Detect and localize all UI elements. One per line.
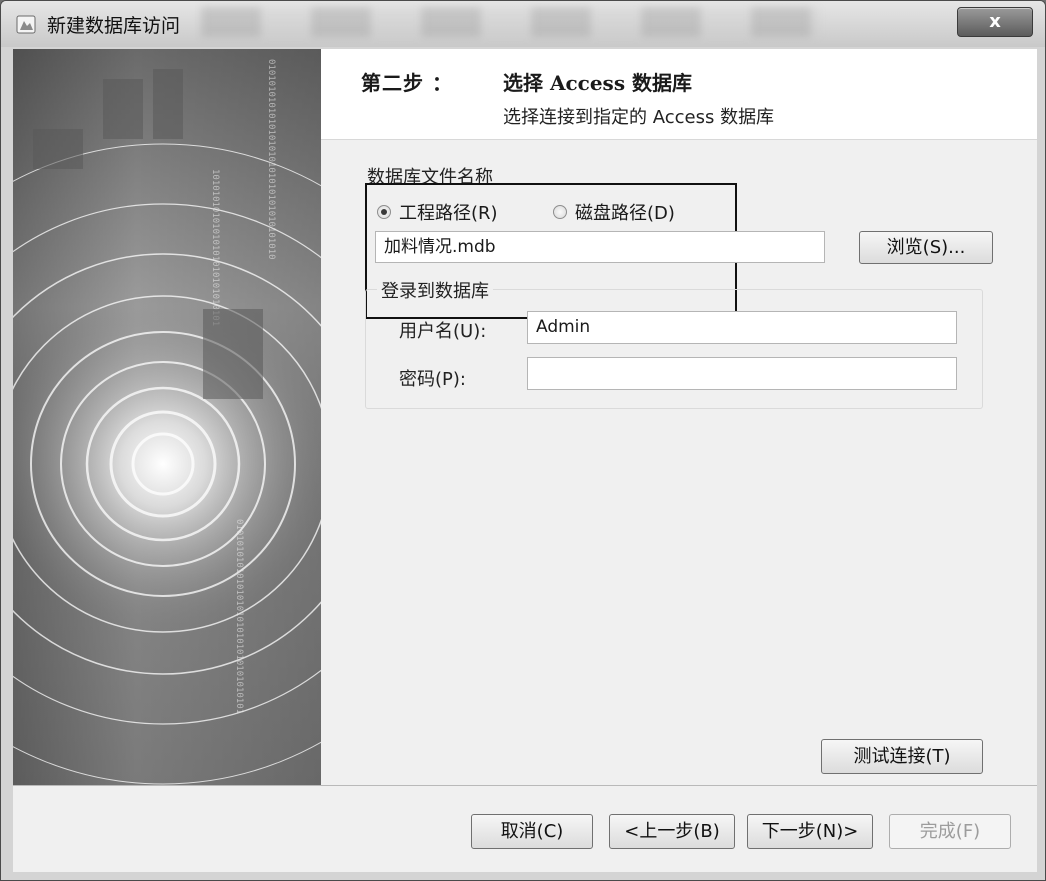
svg-text:010101010101010101010101010101: 010101010101010101010101010101010101	[234, 519, 244, 714]
username-label: 用户名(U):	[399, 321, 487, 342]
password-input[interactable]	[527, 357, 957, 390]
radio-disk-path-indicator[interactable]	[553, 205, 567, 219]
svg-text:10101010101010101010101010101: 10101010101010101010101010101	[210, 169, 220, 326]
test-connection-button[interactable]: 测试连接(T)	[821, 739, 983, 774]
radio-project-path[interactable]: 工程路径(R)	[377, 199, 498, 225]
radio-project-path-label: 工程路径(R)	[399, 203, 498, 224]
database-icon	[15, 13, 37, 35]
filename-input[interactable]: 加料情况.mdb	[375, 231, 825, 263]
step-description: 选择连接到指定的 Access 数据库	[503, 107, 775, 128]
finish-button[interactable]: 完成(F)	[889, 814, 1011, 849]
step-header: 第二步 ： 选择 Access 数据库 选择连接到指定的 Access 数据库	[321, 49, 1037, 140]
close-button[interactable]: x	[957, 7, 1033, 37]
close-icon: x	[989, 11, 1001, 32]
username-input[interactable]: Admin	[527, 311, 957, 344]
next-button[interactable]: 下一步(N)>	[747, 814, 873, 849]
wizard-footer: 取消(C) <上一步(B) 下一步(N)> 完成(F)	[13, 785, 1037, 872]
step-title: 选择 Access 数据库	[503, 71, 693, 95]
step-label: 第二步 ：	[361, 71, 453, 95]
dialog-client-area: 0101010101010101010101010101010101010 01…	[13, 49, 1037, 872]
background-window-blur	[201, 7, 821, 37]
back-button[interactable]: <上一步(B)	[609, 814, 735, 849]
radio-project-path-indicator[interactable]	[377, 205, 391, 219]
wizard-content: 第二步 ： 选择 Access 数据库 选择连接到指定的 Access 数据库 …	[321, 49, 1037, 785]
svg-text:010101010101010101010101010101: 0101010101010101010101010101010101010	[266, 59, 276, 259]
login-group	[365, 289, 983, 409]
browse-button[interactable]: 浏览(S)...	[859, 231, 993, 264]
dialog-window: 新建数据库访问 x 010101010101010101010101010101…	[0, 0, 1046, 881]
password-label: 密码(P):	[399, 369, 466, 390]
radio-disk-path[interactable]: 磁盘路径(D)	[553, 199, 675, 225]
window-title: 新建数据库访问	[47, 15, 181, 37]
wizard-side-image: 0101010101010101010101010101010101010 01…	[13, 49, 321, 785]
login-group-label: 登录到数据库	[377, 277, 493, 303]
title-bar[interactable]: 新建数据库访问 x	[1, 1, 1045, 47]
cancel-button[interactable]: 取消(C)	[471, 814, 593, 849]
radio-disk-path-label: 磁盘路径(D)	[575, 203, 675, 224]
